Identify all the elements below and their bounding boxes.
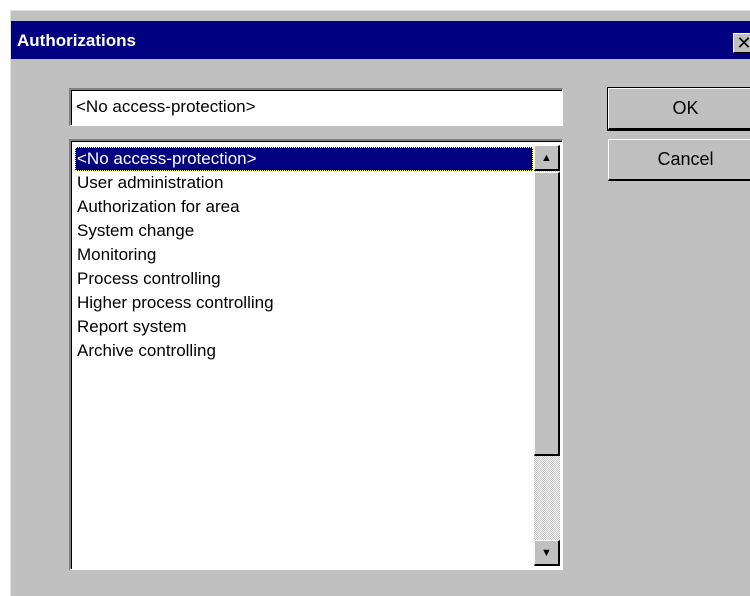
list-item[interactable]: <No access-protection> (75, 147, 533, 171)
list-item[interactable]: Process controlling (75, 267, 531, 291)
title-bar[interactable]: Authorizations ✕ (11, 21, 750, 59)
cancel-button[interactable]: Cancel (608, 139, 750, 181)
authorization-input[interactable]: <No access-protection> (69, 88, 563, 126)
window-title: Authorizations (17, 31, 136, 50)
authorizations-dialog: Authorizations ✕ <No access-protection> … (10, 10, 750, 596)
authorizations-listbox[interactable]: <No access-protection> User administrati… (69, 139, 563, 570)
ok-button[interactable]: OK (607, 87, 750, 131)
vertical-scrollbar[interactable]: ▲ ▼ (534, 145, 560, 566)
close-icon: ✕ (736, 33, 750, 53)
list-item[interactable]: Monitoring (75, 243, 531, 267)
list-item[interactable]: Higher process controlling (75, 291, 531, 315)
list-item[interactable]: Authorization for area (75, 195, 531, 219)
scroll-up-button[interactable]: ▲ (534, 145, 560, 171)
arrow-down-icon: ▼ (541, 547, 552, 559)
list-item[interactable]: Report system (75, 315, 531, 339)
list-items: <No access-protection> User administrati… (75, 147, 533, 363)
scroll-thumb[interactable] (534, 172, 560, 456)
list-item[interactable]: Archive controlling (75, 339, 531, 363)
list-item[interactable]: User administration (75, 171, 531, 195)
list-item[interactable]: System change (75, 219, 531, 243)
close-button[interactable]: ✕ (733, 33, 750, 53)
arrow-up-icon: ▲ (541, 152, 552, 164)
scroll-down-button[interactable]: ▼ (534, 540, 560, 566)
